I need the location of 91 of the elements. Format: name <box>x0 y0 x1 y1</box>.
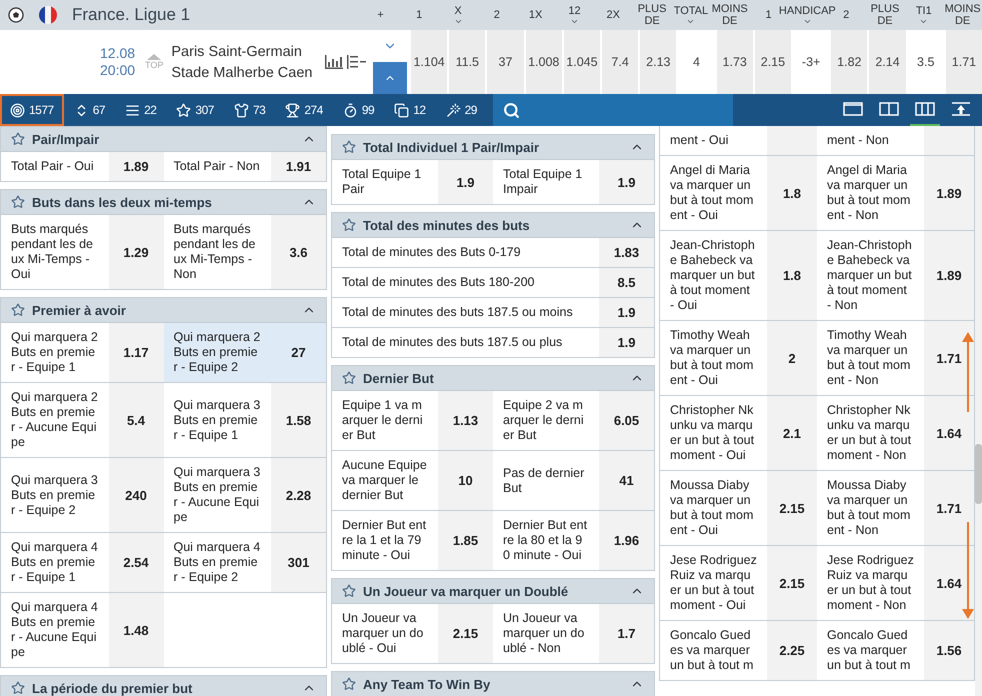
odds-cell[interactable]: 1.82 <box>831 30 868 94</box>
market-filter-tab[interactable]: 1577 <box>0 94 64 126</box>
section-title: La période du premier but <box>32 680 194 696</box>
section-header[interactable]: La période du premier but <box>1 676 326 696</box>
column-header[interactable]: 12 <box>568 4 581 16</box>
column-header: 1 <box>416 9 422 21</box>
shirt-icon <box>234 102 249 118</box>
section-header[interactable]: Un Joueur va marquer un Doublé <box>332 579 654 604</box>
column-header: + <box>377 9 384 21</box>
target-icon <box>10 102 25 118</box>
star-icon[interactable] <box>342 584 356 598</box>
triangle-up-icon <box>147 54 162 60</box>
star-icon[interactable] <box>342 371 356 385</box>
section-title: Un Joueur va marquer un Doublé <box>363 584 570 598</box>
odds-cell[interactable]: 2.14 <box>869 30 906 94</box>
two-columns-icon <box>879 102 899 116</box>
section-header[interactable]: Buts dans les deux mi-temps <box>1 190 326 215</box>
upload-icon <box>951 102 971 116</box>
team-name[interactable]: Paris Saint-Germain <box>171 44 325 60</box>
market-filter-tab[interactable]: 73 <box>224 94 276 126</box>
section-header[interactable]: Premier à avoir <box>1 298 326 323</box>
star-icon <box>176 102 192 118</box>
section-header[interactable]: Total Individuel 1 Pair/Impair <box>332 135 654 160</box>
section-title: Total des minutes des buts <box>363 218 531 232</box>
search-icon[interactable] <box>502 102 520 118</box>
match-time: 20:00 <box>100 62 136 79</box>
star-icon[interactable] <box>342 677 356 691</box>
column-header[interactable]: TOTAL <box>674 4 708 16</box>
list-icon[interactable] <box>347 55 367 69</box>
column-header: 1X <box>528 9 542 21</box>
section-title: Premier à avoir <box>32 302 127 318</box>
column-header[interactable]: TI1 <box>916 4 932 16</box>
odds-cell[interactable]: 2.15 <box>754 30 792 94</box>
column-header[interactable]: X <box>454 4 462 16</box>
column-header[interactable]: HANDICAP <box>778 4 836 16</box>
section-header[interactable]: Dernier But <box>332 366 654 391</box>
bet-option[interactable]: Qui marquera 2 Buts en premier - Equipe 2 27 <box>164 323 326 382</box>
bar-chart-icon[interactable] <box>325 55 343 69</box>
column-header: 2X <box>606 9 620 21</box>
section-header[interactable]: Total des minutes des buts <box>332 213 654 238</box>
top-label: TOP <box>145 60 164 70</box>
odds-cell[interactable]: 1.104 <box>411 30 448 94</box>
flag-icon <box>38 5 58 25</box>
market-filter-tab[interactable]: 12 <box>384 94 436 126</box>
odds-cell[interactable]: 7.4 <box>602 30 638 94</box>
match-date: 12.08 <box>100 45 136 62</box>
odds-cell[interactable]: 2.13 <box>640 30 676 94</box>
team-name[interactable]: Stade Malherbe Caen <box>171 64 325 80</box>
section-header[interactable]: Any Team To Win By <box>332 672 654 696</box>
odds-cell[interactable]: 1.008 <box>526 30 562 94</box>
column-header: MOINS DE <box>944 3 982 27</box>
trophy-icon <box>285 102 300 118</box>
odds-cell[interactable]: 11.5 <box>449 30 486 94</box>
star-icon[interactable] <box>11 195 25 209</box>
market-filter-tab[interactable]: 67 <box>64 94 116 126</box>
odds-cell[interactable]: 37 <box>487 30 524 94</box>
bars-icon <box>125 102 140 118</box>
column-header: 2 <box>494 9 500 21</box>
column-header: MOINS DE <box>710 3 749 27</box>
stopwatch-icon <box>342 102 358 118</box>
soccer-ball-icon <box>8 7 24 23</box>
three-columns-icon <box>915 102 935 116</box>
single-panel-icon <box>843 102 863 116</box>
odds-cell[interactable]: 1.045 <box>564 30 600 94</box>
column-header: PLUS DE <box>870 3 900 27</box>
star-icon[interactable] <box>11 132 25 146</box>
column-header: PLUS DE <box>636 3 668 27</box>
market-filter-tab[interactable]: 274 <box>275 94 333 126</box>
wand-icon <box>446 102 461 118</box>
column-header: 2 <box>843 9 850 21</box>
section-title: Total Individuel 1 Pair/Impair <box>363 140 540 154</box>
section-header[interactable]: Pair/Impair <box>1 127 326 152</box>
odds-cell[interactable]: 1.71 <box>946 30 982 94</box>
scrollbar-thumb[interactable] <box>975 444 982 504</box>
column-header: 1 <box>765 9 772 21</box>
section-title: Any Team To Win By <box>363 676 492 692</box>
market-filter-tab[interactable]: 99 <box>332 94 384 126</box>
section-title: Buts dans les deux mi-temps <box>32 194 213 210</box>
market-filter-tab[interactable]: 307 <box>166 94 224 126</box>
market-filter-tab[interactable]: 29 <box>436 94 487 126</box>
cards-icon <box>394 102 410 118</box>
star-icon[interactable] <box>11 681 25 695</box>
scrollbar-track[interactable] <box>975 126 982 696</box>
star-icon[interactable] <box>11 303 25 317</box>
section-title: Dernier But <box>363 370 435 386</box>
star-icon[interactable] <box>342 218 356 232</box>
star-icon[interactable] <box>342 140 356 154</box>
odds-cell[interactable]: 1.73 <box>716 30 753 94</box>
league-title: France. Ligue 1 <box>72 5 190 25</box>
section-title: Pair/Impair <box>32 132 100 146</box>
market-filter-tab[interactable]: 22 <box>115 94 166 126</box>
